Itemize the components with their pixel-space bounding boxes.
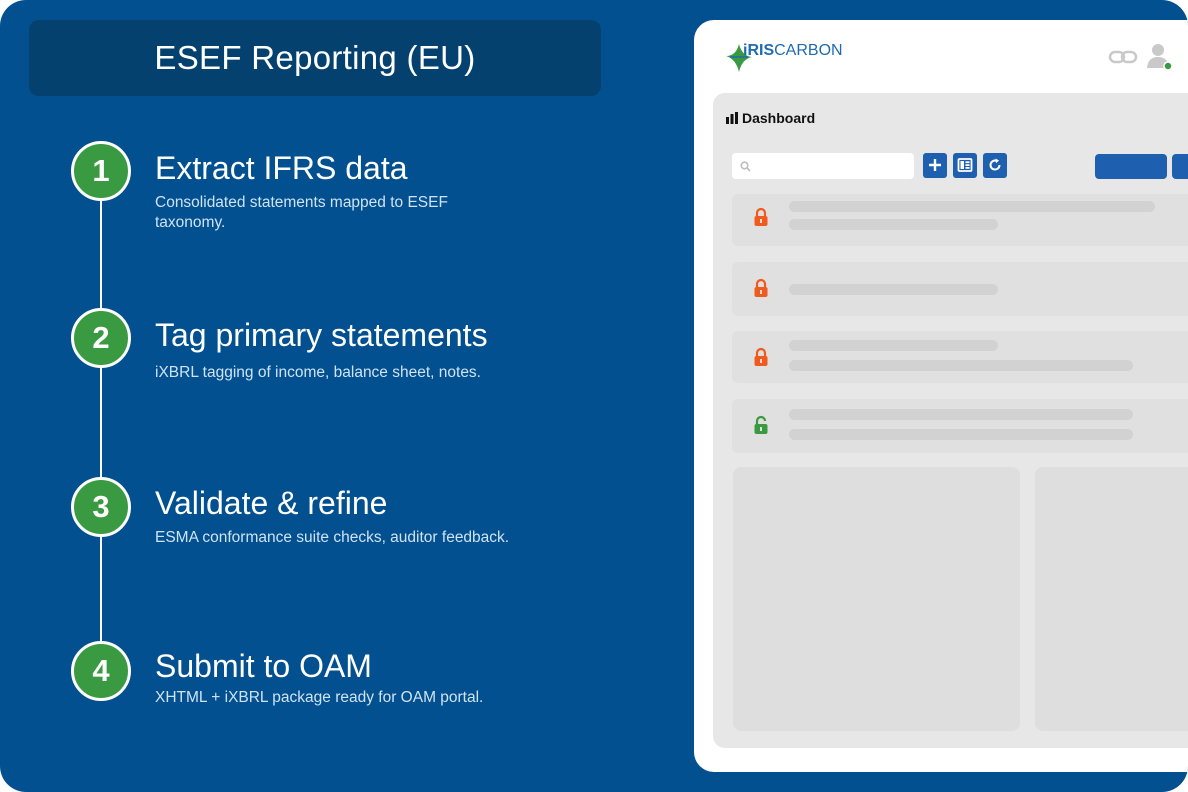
refresh-icon [989,158,1001,171]
skeleton-line [789,201,1155,212]
logo-prefix: iRIS [743,42,775,59]
content-card [733,467,1020,731]
unlock-icon [754,415,768,434]
search-input[interactable] [732,153,914,179]
step-description: Consolidated statements mapped to ESEF t… [155,194,448,231]
skeleton-line [789,429,1133,440]
list-item[interactable] [732,331,1188,383]
step-description: ESMA conformance suite checks, auditor f… [155,529,510,546]
timeline-line [100,170,102,670]
page-title: ESEF Reporting (EU) [154,39,476,76]
layout-button[interactable] [953,153,977,178]
lock-icon [754,347,768,366]
layout-icon [957,158,973,172]
skeleton-line [789,340,998,351]
dashboard-title: Dashboard [742,110,816,126]
step-description: iXBRL tagging of income, balance sheet, … [155,364,481,381]
step-number-badge: 4 [71,641,131,701]
dashboard-header: Dashboard [726,110,815,126]
step-title: Validate & refine [155,485,388,521]
skeleton-line [789,219,998,230]
user-icon[interactable] [1146,42,1174,72]
logo-wordmark: iRISCARBON [743,42,843,60]
secondary-action-button[interactable] [1172,154,1188,179]
primary-action-button[interactable] [1095,154,1167,179]
lock-icon [754,278,768,297]
step-number-badge: 1 [71,141,131,201]
step-number-badge: 2 [71,308,131,368]
step-number-badge: 3 [71,477,131,537]
bar-chart-icon [726,112,738,124]
step-title: Submit to OAM [155,648,372,684]
step-description: XHTML + iXBRL package ready for OAM port… [155,689,484,706]
lock-icon [754,207,768,226]
link-icon[interactable] [1108,46,1138,68]
slide: ESEF Reporting (EU) 1 Extract IFRS data … [0,0,1188,792]
logo-suffix: CARBON [774,42,843,59]
title-banner: ESEF Reporting (EU) [29,20,601,96]
refresh-button[interactable] [983,153,1007,178]
search-icon [740,161,751,172]
step-title: Tag primary statements [155,317,488,353]
add-button[interactable] [923,153,947,178]
plus-icon [929,159,941,171]
skeleton-line [789,409,1133,420]
skeleton-line [789,284,998,295]
step-title: Extract IFRS data [155,150,408,186]
list-item[interactable] [732,399,1188,453]
skeleton-line [789,360,1133,371]
content-card [1035,467,1188,731]
